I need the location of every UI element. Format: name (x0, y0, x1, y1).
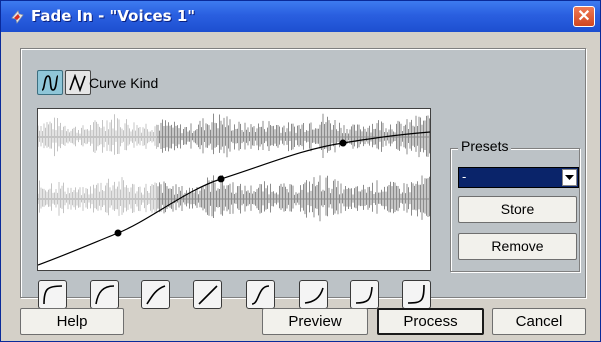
presets-label: Presets (458, 138, 512, 154)
curve-node[interactable] (114, 229, 122, 237)
audio-waveform (38, 113, 430, 222)
curve-preset-8-button[interactable] (402, 280, 431, 309)
process-button[interactable]: Process (377, 308, 484, 335)
chevron-down-icon[interactable] (562, 169, 577, 186)
title-bar[interactable]: Fade In - "Voices 1" ✕ (1, 1, 600, 32)
dialog-body: Curve Kind Presets - Store Remove (1, 32, 600, 341)
curve-node[interactable] (339, 139, 347, 147)
curve-preset-5-icon (251, 285, 270, 305)
curve-node[interactable] (217, 175, 225, 183)
curve-preset-6-button[interactable] (299, 280, 328, 309)
curve-preset-4-icon (198, 285, 218, 305)
preview-button[interactable]: Preview (262, 308, 368, 335)
cancel-button[interactable]: Cancel (492, 308, 586, 335)
spline-curve-kind-button[interactable] (37, 70, 63, 95)
window-title: Fade In - "Voices 1" (31, 7, 196, 25)
linear-curve-icon (69, 73, 86, 92)
cubase-icon (9, 9, 25, 25)
remove-button[interactable]: Remove (458, 233, 577, 260)
linear-curve-kind-button[interactable] (65, 70, 91, 95)
curve-preset-5-button[interactable] (246, 280, 275, 309)
curve-kind-label: Curve Kind (89, 75, 159, 91)
preset-value: - (462, 169, 467, 184)
curve-preset-8-icon (407, 284, 425, 304)
curve-preset-1-button[interactable] (38, 280, 67, 309)
curve-preset-6-icon (304, 287, 324, 304)
curve-preset-7-button[interactable] (350, 280, 379, 309)
fade-in-dialog: Fade In - "Voices 1" ✕ Curve Kind Preset… (0, 0, 601, 342)
waveform-canvas (38, 113, 430, 266)
close-button[interactable]: ✕ (573, 6, 595, 27)
curve-preset-3-button[interactable] (141, 280, 170, 309)
curve-preset-1-icon (43, 285, 63, 305)
preset-dropdown[interactable]: - (458, 167, 579, 188)
curve-preset-7-icon (355, 286, 373, 304)
store-button[interactable]: Store (458, 196, 577, 223)
curve-preset-4-button[interactable] (193, 280, 222, 309)
curve-preset-2-icon (95, 285, 115, 305)
help-button[interactable]: Help (20, 308, 124, 335)
curve-preset-2-button[interactable] (90, 280, 119, 309)
fade-curve-display[interactable] (37, 108, 431, 271)
spline-curve-icon (41, 74, 59, 91)
close-icon: ✕ (577, 8, 591, 25)
curve-preset-3-icon (146, 285, 166, 305)
